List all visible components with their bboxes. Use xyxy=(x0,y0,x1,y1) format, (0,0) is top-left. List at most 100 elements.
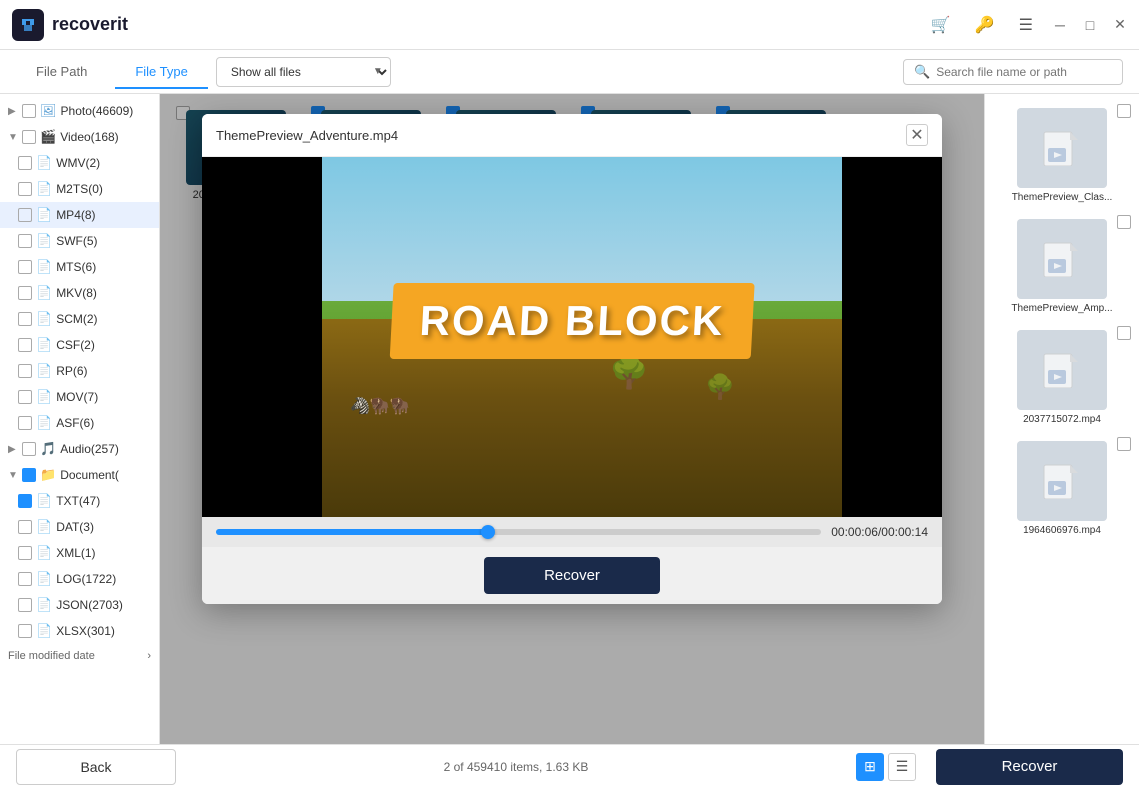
rp-checkbox[interactable] xyxy=(18,364,32,378)
sidebar-item-dat[interactable]: 📄 DAT(3) xyxy=(0,514,159,540)
m2ts-checkbox[interactable] xyxy=(18,182,32,196)
right-item-2[interactable]: 2037715072.mp4 xyxy=(985,322,1139,433)
log-checkbox[interactable] xyxy=(18,572,32,586)
txt-icon: 📄 xyxy=(36,493,52,509)
sidebar-item-photo[interactable]: ▶ 🖼 Photo(46609) xyxy=(0,98,159,124)
time-current: 00:00:06 xyxy=(831,525,878,539)
sidebar-xlsx-label: XLSX(301) xyxy=(56,624,115,638)
right-checkbox-1[interactable] xyxy=(1117,215,1131,229)
minimize-button[interactable]: ─ xyxy=(1053,18,1067,32)
tab-file-type[interactable]: File Type xyxy=(115,56,208,89)
mts-icon: 📄 xyxy=(36,259,52,275)
audio-expand-icon: ▶ xyxy=(8,444,18,455)
sidebar-item-wmv[interactable]: 📄 WMV(2) xyxy=(0,150,159,176)
progress-fill xyxy=(216,529,488,535)
sidebar-dat-label: DAT(3) xyxy=(56,520,94,534)
sidebar-item-txt[interactable]: 📄 TXT(47) xyxy=(0,488,159,514)
modal-recover-button[interactable]: Recover xyxy=(484,557,660,594)
sidebar-item-mp4[interactable]: 📄 MP4(8) xyxy=(0,202,159,228)
sidebar-doc-label: Document( xyxy=(60,468,119,482)
mov-checkbox[interactable] xyxy=(18,390,32,404)
search-bar[interactable]: 🔍 xyxy=(903,59,1123,85)
sidebar-item-audio[interactable]: ▶ 🎵 Audio(257) xyxy=(0,436,159,462)
sidebar-audio-label: Audio(257) xyxy=(60,442,119,456)
dat-checkbox[interactable] xyxy=(18,520,32,534)
photo-checkbox[interactable] xyxy=(22,104,36,118)
mkv-checkbox[interactable] xyxy=(18,286,32,300)
sidebar-item-m2ts[interactable]: 📄 M2TS(0) xyxy=(0,176,159,202)
txt-checkbox[interactable] xyxy=(18,494,32,508)
sidebar-item-asf[interactable]: 📄 ASF(6) xyxy=(0,410,159,436)
file-modified-date-section[interactable]: File modified date › xyxy=(0,644,159,668)
sidebar-item-csf[interactable]: 📄 CSF(2) xyxy=(0,332,159,358)
right-name-2: 2037715072.mp4 xyxy=(1019,414,1105,425)
csf-checkbox[interactable] xyxy=(18,338,32,352)
progress-thumb[interactable] xyxy=(481,525,495,539)
expand-icon: ▶ xyxy=(8,106,18,117)
right-checkbox-3[interactable] xyxy=(1117,437,1131,451)
wmv-icon: 📄 xyxy=(36,155,52,171)
cart-icon[interactable]: 🛒 xyxy=(927,11,955,39)
modal-close-button[interactable]: ✕ xyxy=(906,124,928,146)
sidebar-item-mkv[interactable]: 📄 MKV(8) xyxy=(0,280,159,306)
sidebar-item-mts[interactable]: 📄 MTS(6) xyxy=(0,254,159,280)
key-icon[interactable]: 🔑 xyxy=(971,11,999,39)
right-name-0: ThemePreview_Clas... xyxy=(1008,192,1117,203)
video-progress-bar[interactable] xyxy=(216,529,821,535)
right-item-1[interactable]: ThemePreview_Amp... xyxy=(985,211,1139,322)
sidebar-swf-label: SWF(5) xyxy=(56,234,97,248)
sidebar-asf-label: ASF(6) xyxy=(56,416,94,430)
close-button[interactable]: ✕ xyxy=(1113,18,1127,32)
list-view-button[interactable]: ☰ xyxy=(888,753,916,781)
sidebar-photo-label: Photo(46609) xyxy=(61,104,134,118)
sidebar-item-scm[interactable]: 📄 SCM(2) xyxy=(0,306,159,332)
xlsx-checkbox[interactable] xyxy=(18,624,32,638)
window-controls: 🛒 🔑 ☰ ─ □ ✕ xyxy=(927,11,1127,39)
sidebar-item-log[interactable]: 📄 LOG(1722) xyxy=(0,566,159,592)
recover-button[interactable]: Recover xyxy=(936,749,1123,785)
video-black-right xyxy=(842,157,942,517)
swf-icon: 📄 xyxy=(36,233,52,249)
doc-checkbox[interactable] xyxy=(22,468,36,482)
right-item-3[interactable]: 1964606976.mp4 xyxy=(985,433,1139,544)
sidebar-item-rp[interactable]: 📄 RP(6) xyxy=(0,358,159,384)
scm-checkbox[interactable] xyxy=(18,312,32,326)
mts-checkbox[interactable] xyxy=(18,260,32,274)
video-checkbox[interactable] xyxy=(22,130,36,144)
sidebar-xml-label: XML(1) xyxy=(56,546,95,560)
swf-checkbox[interactable] xyxy=(18,234,32,248)
tree-icon-2: 🌳 xyxy=(705,373,735,402)
search-input[interactable] xyxy=(936,65,1112,79)
modal-overlay: ThemePreview_Adventure.mp4 ✕ 🌳 🌳 xyxy=(160,94,984,744)
sidebar-item-document[interactable]: ▼ 📁 Document( xyxy=(0,462,159,488)
sidebar-item-xlsx[interactable]: 📄 XLSX(301) xyxy=(0,618,159,644)
expand-icon: ▼ xyxy=(8,132,18,143)
right-checkbox-0[interactable] xyxy=(1117,104,1131,118)
wmv-checkbox[interactable] xyxy=(18,156,32,170)
asf-checkbox[interactable] xyxy=(18,416,32,430)
modal-controls: 00:00:06/00:00:14 xyxy=(202,517,942,547)
video-title-overlay: ROAD BLOCK xyxy=(390,283,755,359)
mp4-checkbox[interactable] xyxy=(18,208,32,222)
maximize-button[interactable]: □ xyxy=(1083,18,1097,32)
audio-checkbox[interactable] xyxy=(22,442,36,456)
right-panel: ThemePreview_Clas... ThemePreview_Amp... xyxy=(984,94,1139,744)
back-button[interactable]: Back xyxy=(16,749,176,785)
tab-file-path[interactable]: File Path xyxy=(16,56,107,89)
sidebar-item-json[interactable]: 📄 JSON(2703) xyxy=(0,592,159,618)
menu-icon[interactable]: ☰ xyxy=(1015,11,1037,39)
sidebar-item-xml[interactable]: 📄 XML(1) xyxy=(0,540,159,566)
video-file-svg-1 xyxy=(1042,241,1082,277)
right-item-0[interactable]: ThemePreview_Clas... xyxy=(985,100,1139,211)
xml-checkbox[interactable] xyxy=(18,546,32,560)
sidebar-item-video[interactable]: ▼ 🎬 Video(168) xyxy=(0,124,159,150)
photo-folder-icon: 🖼 xyxy=(40,103,57,119)
sidebar-footer-arrow: › xyxy=(147,650,151,662)
grid-view-button[interactable]: ⊞ xyxy=(856,753,884,781)
sidebar-item-swf[interactable]: 📄 SWF(5) xyxy=(0,228,159,254)
json-icon: 📄 xyxy=(36,597,52,613)
json-checkbox[interactable] xyxy=(18,598,32,612)
file-filter-dropdown[interactable]: Show all files Photos Videos Audio Docum… xyxy=(216,57,391,87)
right-checkbox-2[interactable] xyxy=(1117,326,1131,340)
sidebar-item-mov[interactable]: 📄 MOV(7) xyxy=(0,384,159,410)
